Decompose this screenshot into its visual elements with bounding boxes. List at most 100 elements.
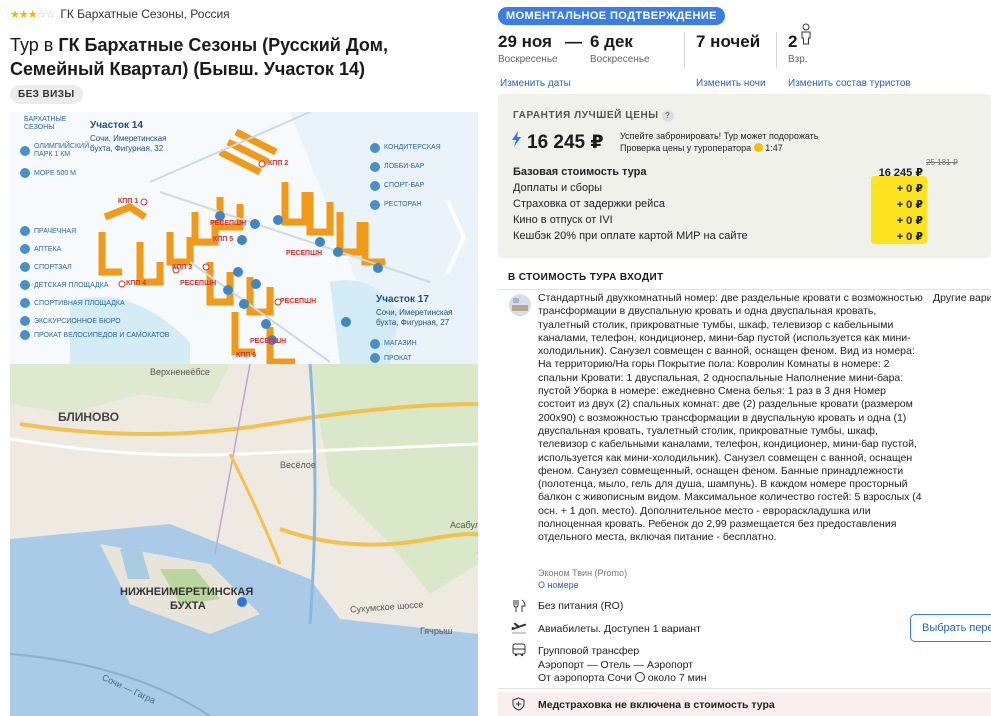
change-dates-link[interactable]: Изменить даты <box>500 78 571 89</box>
legend-item: МАГАЗИН <box>384 340 417 347</box>
nights-count: 7 ночей <box>696 32 761 51</box>
legend-item: ПРОКАТ ВЕЛОСИПЕДОВ И САМОКАТОВ <box>34 331 170 339</box>
clock-icon <box>753 143 763 152</box>
star-rating: ★★★☆☆ <box>10 8 55 21</box>
price-line-name: Кешбэк 20% при оплате картой МИР на сайт… <box>513 230 748 242</box>
rental-icon <box>370 353 380 363</box>
legend-item: МОРЕ 500 М <box>34 169 77 177</box>
choose-flight-button[interactable]: Выбрать пере <box>910 614 991 642</box>
reception-label-5: РЕСЕПШН <box>280 298 317 305</box>
price-line-value: + 0 ₽ <box>896 214 923 227</box>
scheme-legend-left: ОЛИМПИЙСКИЙ ПАРК 1 КМ МОРЕ 500 М ПРАЧЕЧН… <box>20 138 169 340</box>
airplane-icon <box>511 622 527 634</box>
map-label: Асабулё <box>450 520 478 530</box>
price-warning: Успейте забронировать! Тур может подорож… <box>620 130 818 154</box>
bike-rental-icon <box>20 330 30 340</box>
date-from: 29 ноя <box>498 32 552 51</box>
change-nights-link[interactable]: Изменить ночи <box>696 78 766 89</box>
adults-count: 2 <box>788 32 798 51</box>
price-check-timer: 1:47 <box>765 143 783 153</box>
legend-item: ПРАЧЕЧНАЯ <box>34 227 77 235</box>
gym-icon <box>20 262 30 272</box>
room-thumbnail[interactable] <box>509 294 531 316</box>
bus-icon <box>512 643 526 657</box>
map-label: БЛИНОВО <box>58 410 120 424</box>
change-tourists-link[interactable]: Изменить состав туристов <box>788 78 911 89</box>
price-line: Страховка от задержки рейса + 0 ₽ <box>513 196 943 212</box>
legend-item: ЛОББИ-БАР <box>384 163 425 170</box>
brand-logo-line2: СЕЗОНЫ <box>24 124 55 131</box>
room-type: Эконом Твин (Promo) <box>538 568 628 578</box>
hotel-column: ★★★☆☆ ГК Бархатные Сезоны, Россия Тур в … <box>0 0 482 716</box>
person-icon <box>801 23 811 45</box>
hotel-location-link[interactable]: ГК Бархатные Сезоны, Россия <box>60 7 229 21</box>
reception-label-2: РЕСЕПШН <box>286 250 323 257</box>
map-label: Гячрыш <box>420 626 453 636</box>
price-line: Базовая стоимость тура 16 245 ₽ <box>513 164 943 180</box>
booking-panel: МОМЕНТАЛЬНОЕ ПОДТВЕРЖДЕНИЕ 29 ноя — 6 де… <box>498 0 991 716</box>
price-line-name: Страховка от задержки рейса <box>513 198 665 210</box>
map-label: БУХТА <box>170 600 206 612</box>
divider <box>498 688 991 689</box>
divider <box>684 32 685 68</box>
guarantee-label: ГАРАНТИЯ ЛУЧШЕЙ ЦЕНЫ <box>513 110 659 121</box>
reception-label-3: РЕСЕПШН <box>180 280 217 287</box>
price-line: Доплаты и сборы + 0 ₽ <box>513 180 943 196</box>
other-options-link[interactable]: Другие вари <box>933 292 991 304</box>
divider <box>498 289 991 290</box>
transfer-title: Групповой трансфер <box>538 645 640 657</box>
kpp-3: КПП 3 <box>172 264 193 271</box>
clock-icon <box>634 672 645 682</box>
shield-icon <box>512 697 525 711</box>
map-label: Весёлое <box>280 460 316 470</box>
map-label: НИЖНЕИМЕРЕТИНСКАЯ <box>120 586 254 598</box>
reception-label-1: РЕСЕПШН <box>210 220 247 227</box>
transfer-info: Групповой трансфер Аэропорт — Отель — Аэ… <box>538 645 707 686</box>
sports-ground-icon <box>20 298 30 308</box>
weekday-to: Воскресенье <box>590 54 650 65</box>
instant-confirmation-badge: МОМЕНТАЛЬНОЕ ПОДТВЕРЖДЕНИЕ <box>498 7 725 25</box>
transfer-from: От аэропорта Сочи <box>538 672 632 684</box>
price-check-label: Проверка цены у туроператора <box>620 143 752 153</box>
price-line: Кешбэк 20% при оплате картой МИР на сайт… <box>513 228 943 244</box>
price-line-value: + 0 ₽ <box>896 230 923 243</box>
laundry-icon <box>20 226 30 236</box>
no-visa-badge: БЕЗ ВИЗЫ <box>10 85 83 104</box>
price-line-value: 16 245 ₽ <box>878 166 923 179</box>
kpp-6: КПП 6 <box>236 352 257 359</box>
page-title: Тур в ГК Бархатные Сезоны (Русский Дом, … <box>10 33 478 81</box>
price-line-value: + 0 ₽ <box>896 198 923 211</box>
best-price-guarantee: ГАРАНТИЯ ЛУЧШЕЙ ЦЕНЫ? <box>513 110 674 122</box>
legend-item: ЭКСКУРСИОННОЕ БЮРО <box>34 317 121 325</box>
divider <box>776 32 777 68</box>
help-icon[interactable]: ? <box>661 110 674 122</box>
price-box: ГАРАНТИЯ ЛУЧШЕЙ ЦЕНЫ? 16 245 ₽ Успейте з… <box>498 94 991 258</box>
meal-icon <box>513 599 526 612</box>
location-map[interactable]: Верхненеёбсе БЛИНОВО Весёлое Асабулё НИЖ… <box>10 364 478 716</box>
excursion-icon <box>20 316 30 326</box>
meal-plan: Без питания (RO) <box>538 600 624 612</box>
legend-item: АПТЕКА <box>34 245 62 253</box>
legend-item: СПОРТЗАЛ <box>34 263 72 271</box>
legend-item: ДЕТСКАЯ ПЛОЩАДКА <box>34 281 109 289</box>
sea-icon <box>20 168 30 178</box>
price-line-name: Доплаты и сборы <box>513 182 603 194</box>
legend-item: СПОРТ-БАР <box>384 182 425 189</box>
price-line-value: + 0 ₽ <box>896 182 923 195</box>
price-line-name: Кино в отпуск от IVI <box>513 214 613 226</box>
shop-icon <box>370 338 380 349</box>
reception-label-4: РЕСЕПШН <box>250 338 287 345</box>
date-to: 6 дек <box>590 32 633 51</box>
price-warning-line1: Успейте забронировать! Тур может подорож… <box>620 131 819 141</box>
insurance-text: Медстраховка не включена в стоимость тур… <box>538 699 775 711</box>
included-heading: В СТОИМОСТЬ ТУРА ВХОДИТ <box>508 272 664 283</box>
scheme-next-arrow-icon[interactable] <box>440 192 470 282</box>
kpp-5: КПП 5 <box>213 236 234 243</box>
price-breakdown: Базовая стоимость тура 16 245 ₽ Доплаты и… <box>513 164 943 244</box>
brand-logo-line1: БАРХАТНЫЕ <box>24 116 67 123</box>
about-room-link[interactable]: О номере <box>538 580 579 590</box>
legend-item: ОЛИМПИЙСКИЙ ПАРК 1 КМ <box>34 143 90 158</box>
insurance-notice: Медстраховка не включена в стоимость тур… <box>498 692 991 716</box>
brand-logo: БАРХАТНЫЕ СЕЗОНЫ <box>24 116 66 132</box>
date-dash: — <box>565 32 582 51</box>
